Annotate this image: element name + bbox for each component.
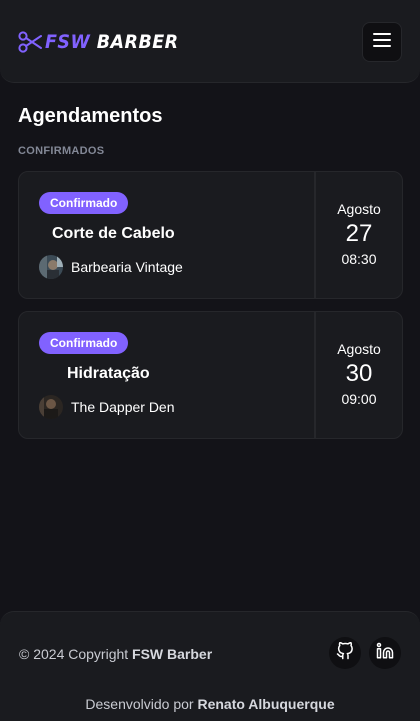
barbershop-name: Barbearia Vintage	[71, 259, 183, 275]
developed-prefix: Desenvolvido por	[85, 696, 198, 712]
section-label-confirmed: CONFIRMADOS	[18, 145, 105, 157]
copyright-prefix: © 2024 Copyright	[19, 646, 133, 662]
booking-time: 09:00	[341, 391, 377, 407]
barbershop-avatar	[39, 255, 63, 279]
logo-barber: BARBER	[96, 31, 179, 53]
developed-by-text: Desenvolvido por Renato Albuquerque	[0, 696, 420, 712]
github-icon	[336, 641, 354, 665]
linkedin-icon	[376, 642, 394, 665]
barbershop-row: The Dapper Den	[39, 395, 175, 419]
booking-card[interactable]: Confirmado Hidratação The Dapper Den Ago…	[18, 311, 403, 439]
booking-date: Agosto 27 08:30	[316, 172, 402, 298]
booking-month: Agosto	[337, 341, 381, 357]
page-title: Agendamentos	[18, 105, 163, 127]
status-badge: Confirmado	[39, 192, 129, 214]
menu-icon	[373, 32, 391, 52]
barbershop-avatar	[39, 395, 63, 419]
developer-name: Renato Albuquerque	[197, 696, 335, 712]
page: FSW BARBER Agendamentos CONFIRMADOS Conf…	[0, 0, 420, 721]
copyright-text: © 2024 Copyright FSW Barber	[19, 646, 212, 662]
service-name: Corte de Cabelo	[52, 225, 175, 242]
service-name: Hidratação	[67, 365, 150, 382]
booking-time: 08:30	[341, 251, 377, 267]
booking-details: Confirmado Corte de Cabelo Barbearia Vin…	[19, 172, 315, 298]
status-badge: Confirmado	[39, 332, 129, 354]
github-button[interactable]	[329, 637, 361, 669]
barbershop-name: The Dapper Den	[71, 399, 175, 415]
app-header: FSW BARBER	[0, 0, 420, 83]
logo-fsw: FSW	[45, 31, 91, 53]
scissors-icon	[18, 31, 42, 53]
logo[interactable]: FSW BARBER	[18, 30, 190, 54]
logo-text: FSW BARBER	[45, 31, 179, 53]
booking-date: Agosto 30 09:00	[316, 312, 402, 438]
menu-button[interactable]	[362, 22, 402, 62]
linkedin-button[interactable]	[369, 637, 401, 669]
booking-month: Agosto	[337, 201, 381, 217]
copyright-brand: FSW Barber	[132, 646, 213, 662]
barbershop-row: Barbearia Vintage	[39, 255, 183, 279]
footer: © 2024 Copyright FSW Barber Desenvolvido…	[0, 611, 420, 721]
booking-card[interactable]: Confirmado Corte de Cabelo Barbearia Vin…	[18, 171, 403, 299]
booking-details: Confirmado Hidratação The Dapper Den	[19, 312, 315, 438]
booking-day: 30	[345, 360, 373, 387]
booking-day: 27	[345, 220, 373, 247]
